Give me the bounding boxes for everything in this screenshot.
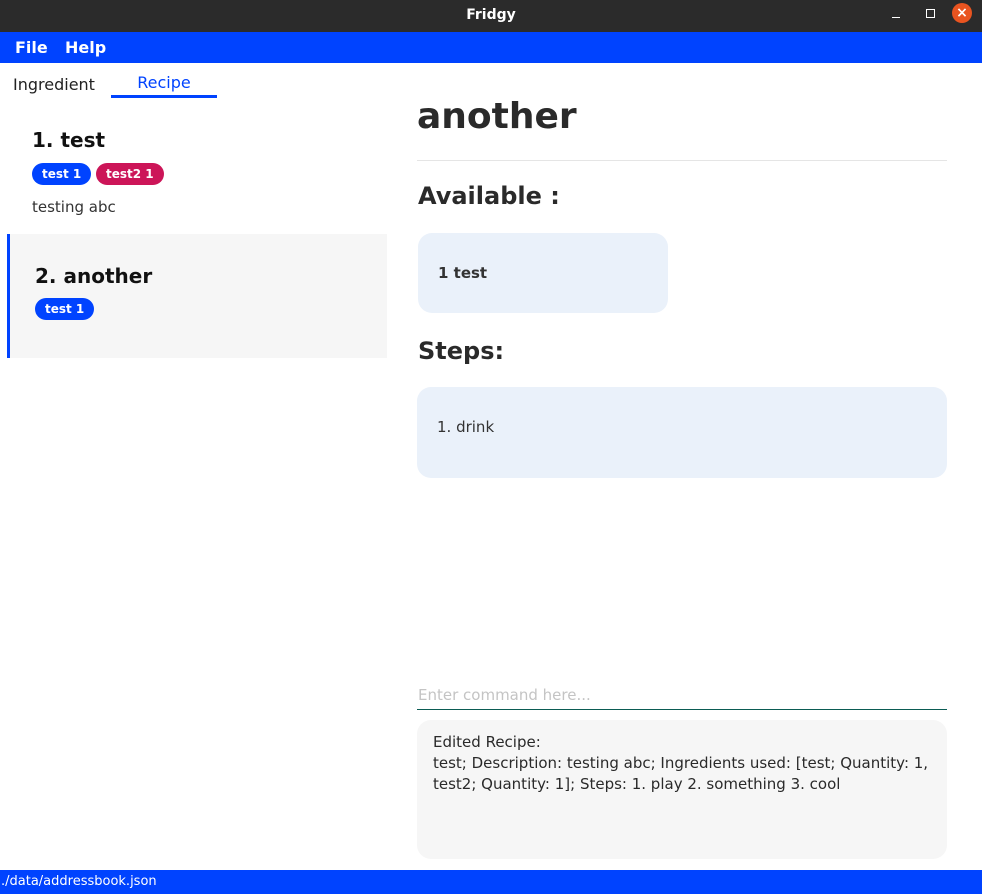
- recipe-detail-title: another: [417, 96, 577, 137]
- recipe-tag: test2 1: [96, 163, 164, 185]
- available-heading: Available :: [418, 182, 560, 210]
- status-file-path: ./data/addressbook.json: [1, 874, 157, 889]
- window-title: Fridgy: [466, 7, 516, 23]
- steps-box: 1. drink: [417, 387, 947, 478]
- recipe-title: 2. another: [35, 264, 153, 288]
- menu-bar: File Help: [0, 32, 982, 63]
- recipe-card-test[interactable]: 1. test test 1 test2 1 testing abc: [7, 112, 387, 232]
- recipe-title: 1. test: [32, 128, 106, 152]
- title-bar: Fridgy ×: [0, 0, 982, 32]
- steps-heading: Steps:: [418, 337, 505, 365]
- recipe-card-another[interactable]: 2. another test 1: [7, 234, 387, 358]
- result-display: Edited Recipe: test; Description: testin…: [417, 720, 947, 859]
- command-input[interactable]: [417, 680, 947, 710]
- step-item: 1. drink: [437, 418, 495, 436]
- tab-selected-indicator: [111, 95, 217, 98]
- recipe-description: testing abc: [32, 198, 116, 216]
- recipe-tag: test 1: [35, 298, 95, 320]
- tab-ingredient[interactable]: Ingredient: [13, 75, 95, 101]
- available-box: 1 test: [418, 233, 668, 313]
- maximize-icon[interactable]: [916, 0, 944, 28]
- close-icon[interactable]: ×: [952, 3, 972, 23]
- menu-help[interactable]: Help: [65, 32, 106, 63]
- divider: [417, 160, 947, 161]
- available-item: 1 test: [438, 264, 488, 282]
- minimize-icon[interactable]: [882, 0, 910, 28]
- recipe-tag: test 1: [32, 163, 92, 185]
- menu-file[interactable]: File: [15, 32, 48, 63]
- status-bar: ./data/addressbook.json: [0, 870, 982, 894]
